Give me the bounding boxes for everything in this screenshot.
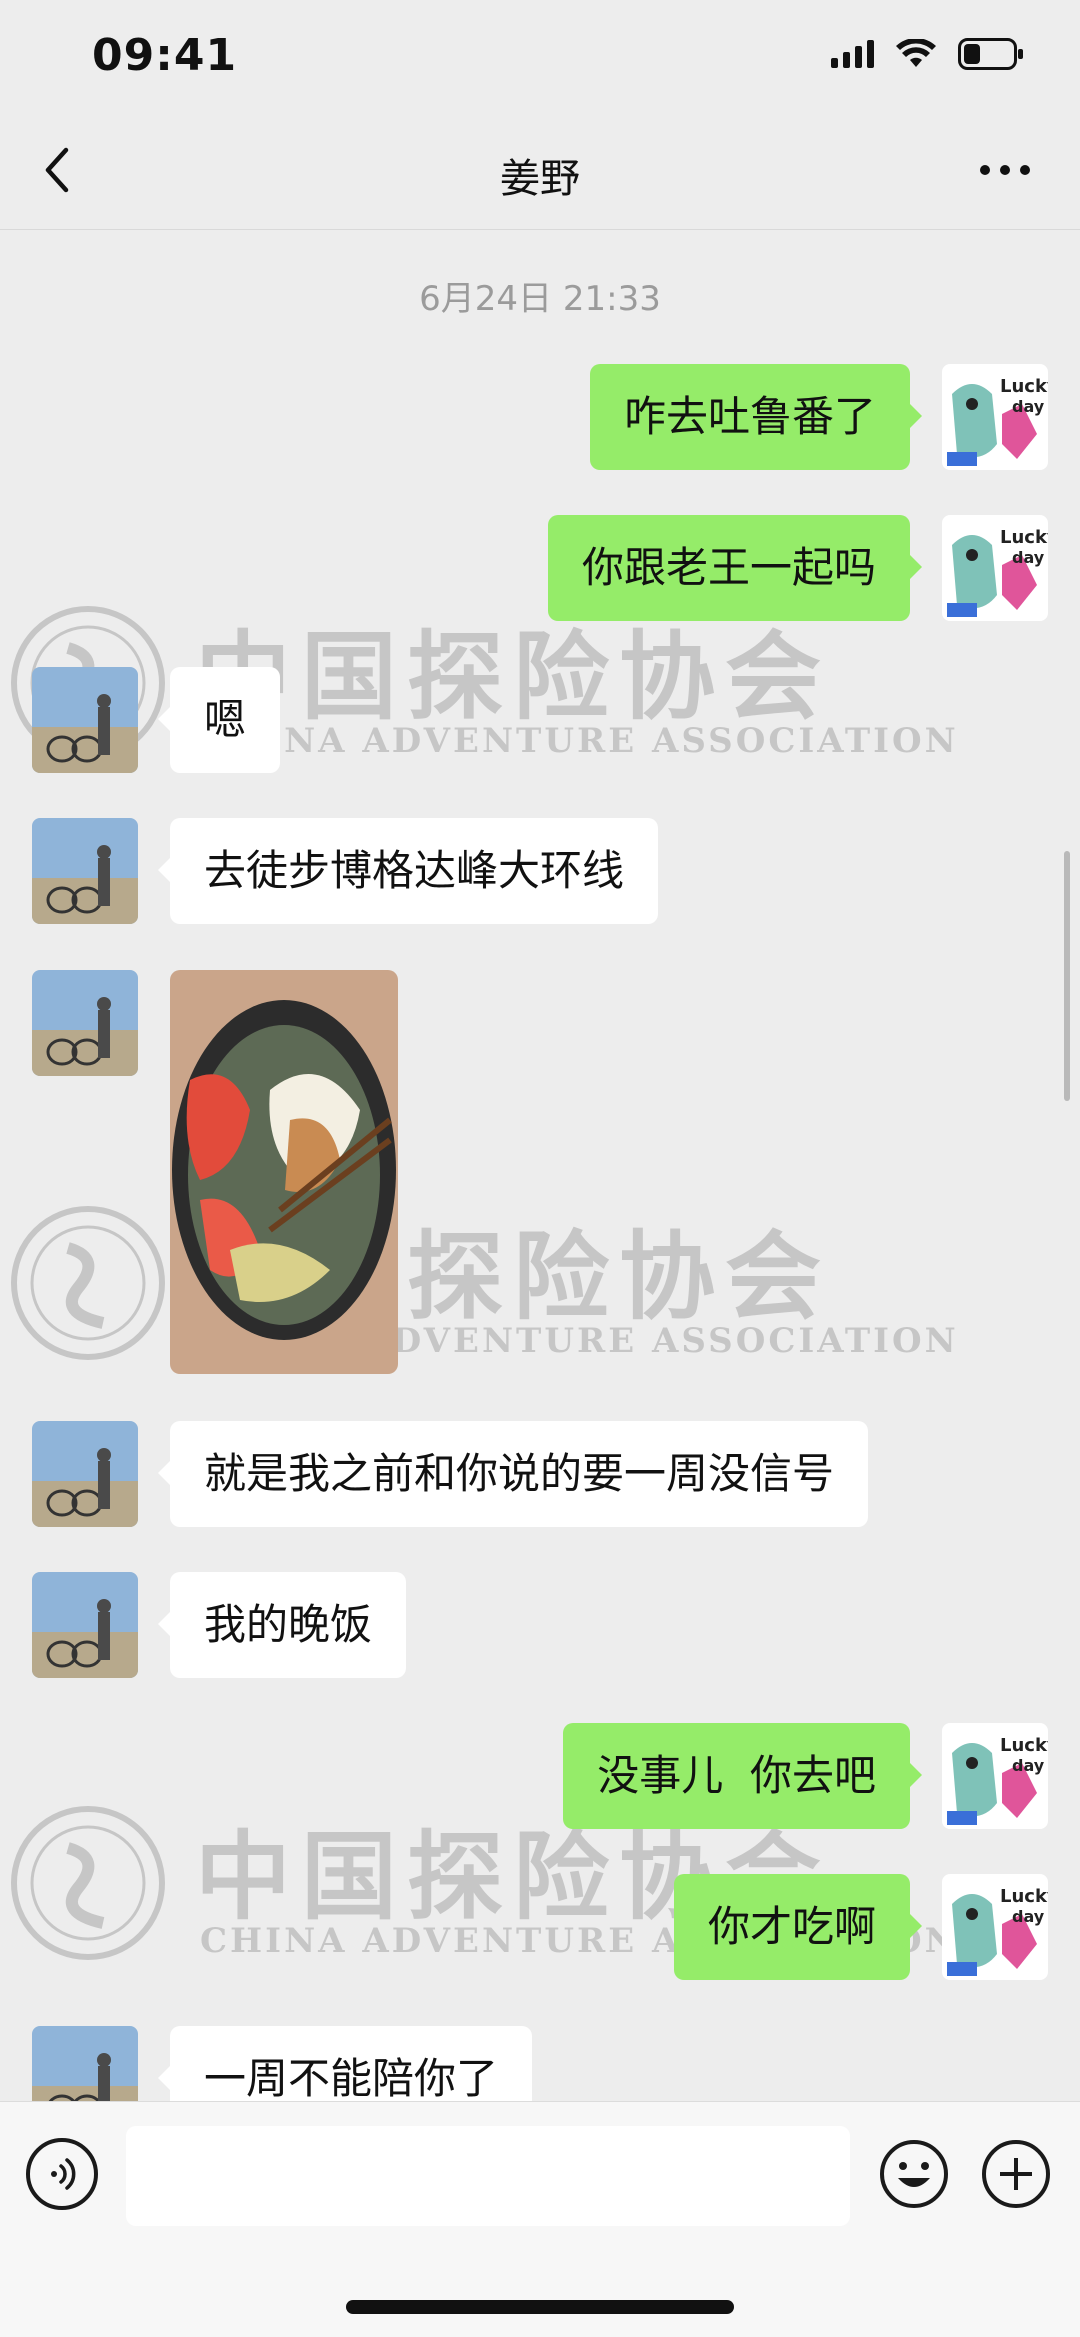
chat-area[interactable]: 中国探险协会 CHINA ADVENTURE ASSOCIATION 中国探险协… — [0, 231, 1080, 2101]
cellular-signal-icon — [831, 40, 874, 68]
incoming-message-bubble[interactable]: 嗯 — [157, 667, 281, 773]
status-icons — [831, 38, 1024, 70]
chat-scrollbar[interactable] — [1064, 851, 1070, 1101]
watermark-seal-icon — [11, 1806, 165, 1960]
voice-icon[interactable] — [26, 2138, 98, 2210]
status-time: 09:41 — [92, 30, 238, 81]
my-avatar[interactable]: Luckyday — [942, 1723, 1048, 1829]
my-avatar[interactable]: Luckyday — [942, 1874, 1048, 1980]
contact-avatar[interactable] — [32, 1421, 138, 1527]
incoming-message-bubble[interactable]: 一周不能陪你了 — [157, 2026, 533, 2101]
watermark-seal-icon — [11, 1206, 165, 1360]
plus-icon[interactable] — [980, 2138, 1052, 2210]
svg-text:day: day — [1012, 1756, 1045, 1775]
battery-icon — [958, 38, 1024, 70]
my-avatar[interactable]: Luckyday — [942, 364, 1048, 470]
outgoing-message-bubble[interactable]: 没事儿 你去吧 — [563, 1723, 922, 1829]
watermark-en-text: CHINA ADVENTURE ASSOCIATION — [200, 721, 959, 761]
home-indicator[interactable] — [346, 2300, 734, 2314]
message-timestamp: 6月24日 21:33 — [419, 279, 661, 319]
watermark: 中国探险协会 CHINA ADVENTURE ASSOCIATION — [0, 1803, 1080, 1983]
watermark: 中国探险协会 CHINA ADVENTURE ASSOCIATION — [0, 603, 1080, 783]
emoji-icon[interactable] — [878, 2138, 950, 2210]
incoming-message-bubble[interactable]: 去徒步博格达峰大环线 — [157, 818, 659, 924]
status-bar: 09:41 — [0, 0, 1080, 110]
svg-text:day: day — [1012, 1907, 1045, 1926]
outgoing-message-bubble[interactable]: 你跟老王一起吗 — [547, 515, 923, 621]
watermark: 中国探险协会 CHINA ADVENTURE ASSOCIATION — [0, 1203, 1080, 1383]
svg-text:Lucky: Lucky — [1000, 527, 1048, 548]
svg-text:Lucky: Lucky — [1000, 1886, 1048, 1907]
food-photo-message[interactable] — [170, 970, 398, 1374]
svg-text:Lucky: Lucky — [1000, 1735, 1048, 1756]
my-avatar[interactable]: Luckyday — [942, 515, 1048, 621]
incoming-message-bubble[interactable]: 我的晚饭 — [157, 1572, 407, 1678]
chat-header: 姜野 — [0, 110, 1080, 230]
contact-avatar[interactable] — [32, 667, 138, 773]
svg-text:day: day — [1012, 397, 1045, 416]
svg-text:Lucky: Lucky — [1000, 376, 1048, 397]
outgoing-message-bubble[interactable]: 你才吃啊 — [673, 1874, 923, 1980]
message-input[interactable] — [126, 2126, 850, 2226]
wifi-icon — [896, 39, 936, 69]
chat-title: 姜野 — [500, 156, 580, 202]
contact-avatar[interactable] — [32, 2026, 138, 2101]
outgoing-message-bubble[interactable]: 咋去吐鲁番了 — [589, 364, 923, 470]
more-options-icon[interactable] — [980, 160, 1036, 180]
contact-avatar[interactable] — [32, 818, 138, 924]
contact-avatar[interactable] — [32, 1572, 138, 1678]
svg-text:day: day — [1012, 548, 1045, 567]
contact-avatar[interactable] — [32, 970, 138, 1076]
incoming-message-bubble[interactable]: 就是我之前和你说的要一周没信号 — [157, 1421, 869, 1527]
